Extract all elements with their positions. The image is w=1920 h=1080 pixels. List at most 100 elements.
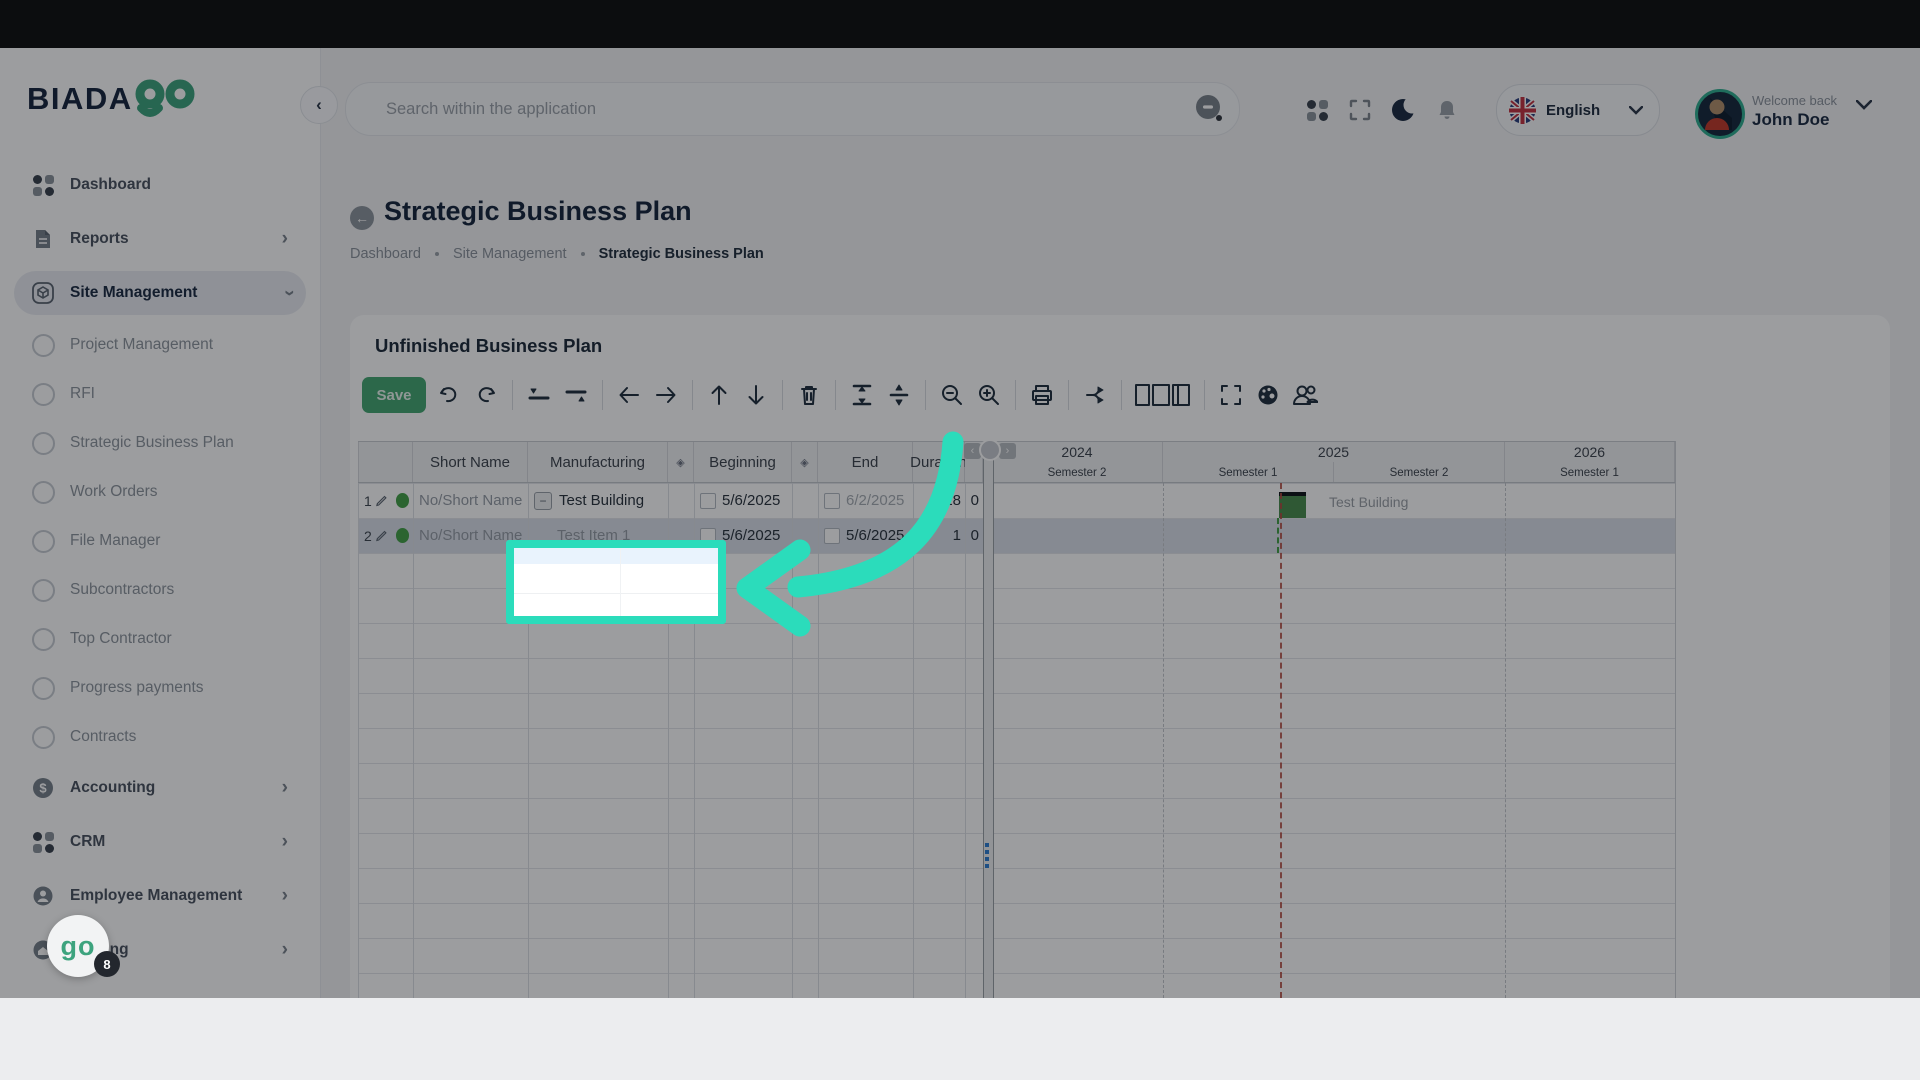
expand-rows-icon[interactable] — [885, 380, 913, 410]
table-cell[interactable]: No/Short Name — [419, 483, 524, 518]
user-menu-chevron-icon[interactable] — [1856, 100, 1872, 110]
table-cell[interactable]: 0 — [971, 483, 979, 518]
edit-pencil-icon[interactable] — [375, 530, 387, 542]
column-header[interactable]: ◈ — [792, 441, 818, 483]
gantt-bar-label: Test Building — [1329, 494, 1409, 510]
date-checkbox[interactable] — [824, 527, 840, 544]
redo-icon[interactable] — [472, 380, 500, 410]
sidebar-item-subcontractors[interactable]: Subcontractors — [14, 570, 306, 610]
gantt-year-header: 2025 — [1163, 441, 1505, 462]
sidebar-item-progress-payments[interactable]: Progress payments — [14, 668, 306, 708]
table-cell[interactable]: 28 — [919, 483, 961, 518]
extra-value: 0 — [971, 527, 979, 544]
splitter-dots-icon[interactable] — [985, 843, 989, 847]
edit-pencil-icon[interactable] — [375, 495, 387, 507]
move-down-icon[interactable] — [742, 380, 770, 410]
table-cell[interactable]: 6/2/2025 — [824, 483, 909, 518]
table-cell[interactable]: 1 — [919, 518, 961, 553]
splitter-dots-icon[interactable] — [985, 857, 989, 861]
svg-text:$: $ — [39, 781, 47, 796]
person-icon — [30, 883, 56, 909]
uk-flag-icon — [1509, 96, 1536, 124]
year-gridline — [1505, 483, 1506, 998]
highlight-box[interactable] — [506, 540, 726, 624]
move-right-icon[interactable] — [652, 380, 680, 410]
splitter-dots-icon[interactable] — [985, 850, 989, 854]
breadcrumb-item[interactable]: Strategic Business Plan — [599, 246, 764, 262]
undo-icon[interactable] — [435, 380, 463, 410]
date-checkbox[interactable] — [824, 492, 840, 509]
sidebar-item-accounting[interactable]: $ Accounting › — [14, 766, 306, 810]
notifications-bell-icon[interactable] — [1434, 97, 1460, 123]
table-cell[interactable]: 0 — [971, 518, 979, 553]
palette-icon[interactable] — [1254, 380, 1282, 410]
print-icon[interactable] — [1028, 380, 1056, 410]
date-checkbox[interactable] — [700, 492, 716, 509]
column-header[interactable]: Manufacturing — [528, 441, 668, 483]
sidebar-item-label: Employee Management — [70, 887, 243, 904]
sidebar-item-dashboard[interactable]: Dashboard — [14, 163, 306, 207]
avatar[interactable] — [1695, 89, 1745, 139]
splitter-bar[interactable] — [983, 441, 994, 998]
table-cell[interactable]: − Test Building — [534, 483, 664, 518]
biadago-logo[interactable]: BIADA — [27, 76, 199, 122]
table-cell[interactable]: 1 — [364, 483, 409, 518]
zoom-in-icon[interactable] — [975, 380, 1003, 410]
sidebar-item-label: File Manager — [70, 532, 161, 549]
column-header[interactable]: End — [818, 441, 913, 483]
column-header-label: End — [851, 453, 879, 471]
table-cell[interactable]: 2 — [364, 518, 409, 553]
breadcrumb-item[interactable]: Site Management — [453, 246, 567, 262]
sidebar-item-work-orders[interactable]: Work Orders — [14, 472, 306, 512]
move-up-icon[interactable] — [705, 380, 733, 410]
sidebar-item-strategic-business-plan[interactable]: Strategic Business Plan — [14, 423, 306, 463]
zoom-out-icon[interactable] — [938, 380, 966, 410]
fullscreen-icon[interactable] — [1347, 97, 1373, 123]
column-header[interactable] — [358, 441, 413, 483]
sidebar-item-rfi[interactable]: RFI — [14, 374, 306, 414]
column-header[interactable]: Short Name — [413, 441, 528, 483]
resources-users-icon[interactable] — [1291, 380, 1319, 410]
sidebar-item-file-manager[interactable]: File Manager — [14, 521, 306, 561]
splitter-knob-icon[interactable] — [979, 439, 1001, 461]
collapse-rows-icon[interactable] — [848, 380, 876, 410]
layout-columns-icon[interactable] — [1134, 380, 1192, 410]
sidebar-collapse-button[interactable]: ‹ — [300, 86, 338, 124]
tree-collapse-icon[interactable]: − — [534, 491, 552, 510]
dark-mode-moon-icon[interactable] — [1391, 97, 1417, 123]
sidebar-item-reports[interactable]: Reports › — [14, 217, 306, 261]
splitter-dots-icon[interactable] — [985, 864, 989, 868]
card-title: Unfinished Business Plan — [375, 335, 603, 356]
column-header[interactable]: Beginning — [694, 441, 792, 483]
language-selector[interactable]: English — [1496, 84, 1660, 136]
sidebar-item-label: Strategic Business Plan — [70, 434, 234, 451]
sidebar-item-contracts[interactable]: Contracts — [14, 717, 306, 757]
apps-grid-icon[interactable] — [1304, 97, 1330, 123]
sidebar-item-crm[interactable]: CRM › — [14, 820, 306, 864]
search-icon[interactable] — [1195, 94, 1223, 122]
sidebar-item-project-management[interactable]: Project Management — [14, 325, 306, 365]
chevron-right-icon: › — [281, 939, 288, 960]
breadcrumb-item[interactable]: Dashboard — [350, 246, 421, 262]
column-header[interactable]: ◈ — [668, 441, 694, 483]
search-input[interactable] — [384, 83, 1148, 135]
save-button[interactable]: Save — [362, 377, 426, 413]
column-header[interactable]: Duration — [910, 441, 967, 483]
gantt-bar[interactable] — [1279, 492, 1306, 518]
fit-screen-icon[interactable] — [1217, 380, 1245, 410]
table-cell[interactable]: 5/6/2025 — [824, 518, 909, 553]
sidebar-item-top-contractor[interactable]: Top Contractor — [14, 619, 306, 659]
back-button[interactable]: ← — [350, 206, 374, 230]
user-name: John Doe — [1752, 110, 1830, 129]
extra-value: 0 — [971, 492, 979, 509]
insert-below-icon[interactable] — [562, 380, 590, 410]
move-left-icon[interactable] — [615, 380, 643, 410]
logo-go-icon — [135, 79, 195, 117]
splitter-right-icon[interactable]: › — [999, 443, 1016, 459]
sidebar-item-site-management[interactable]: Site Management › — [14, 271, 306, 315]
delete-trash-icon[interactable] — [795, 380, 823, 410]
share-branch-icon[interactable] — [1081, 380, 1109, 410]
sidebar-item-employee-management[interactable]: Employee Management › — [14, 874, 306, 918]
table-cell[interactable]: 5/6/2025 — [700, 483, 788, 518]
insert-above-icon[interactable] — [525, 380, 553, 410]
